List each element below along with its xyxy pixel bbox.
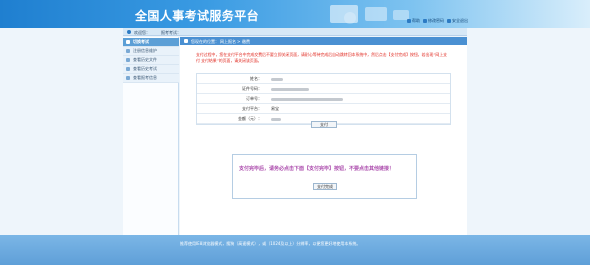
platform-label: 支付平台：	[242, 105, 262, 111]
exit-icon	[447, 19, 451, 23]
sidebar-item-register-info[interactable]: 注册信息维护	[123, 47, 179, 56]
payment-form: 姓名： 证件号码： 订单号： 支付平台： 易宝 金额（元）：	[196, 73, 451, 125]
breadcrumb-step-2: 缴费	[242, 39, 250, 44]
order-value	[267, 96, 343, 101]
name-label: 姓名：	[250, 75, 262, 81]
key-icon	[423, 19, 427, 23]
user-icon	[127, 30, 131, 34]
id-value	[267, 86, 309, 91]
amount-label: 金额（元）：	[238, 115, 262, 121]
payment-complete-box: 支付完毕后，请务必点击下面【支付完毕】按钮，不要点击其他链接！ 支付完成	[232, 154, 417, 199]
form-row-order: 订单号：	[197, 94, 450, 104]
help-link[interactable]: 帮助	[407, 18, 420, 24]
welcome-bar: 欢迎您： 报考考试：	[123, 28, 467, 36]
name-value	[267, 76, 283, 81]
form-row-id: 证件号码：	[197, 84, 450, 94]
sidebar-item-history-exams[interactable]: 查看历史考试	[123, 65, 179, 74]
info-icon	[126, 76, 130, 80]
help-icon	[407, 19, 411, 23]
payment-notice: 支付过程中，您在支付平台中完成交费后不要立即关闭页面，请耐心等待完成后自动跳转回…	[196, 52, 448, 63]
site-title: 全国人事考试服务平台	[135, 9, 260, 23]
welcome-text: 欢迎您：	[134, 30, 150, 35]
payment-complete-message: 支付完毕后，请务必点击下面【支付完毕】按钮，不要点击其他链接！	[239, 166, 395, 172]
logout-link[interactable]: 安全退出	[447, 18, 468, 24]
sidebar-item-exam-info[interactable]: 查看报考信息	[123, 74, 179, 83]
pay-button[interactable]: 支付	[311, 121, 337, 128]
main-content: 您现在的位置： 网上报名 > 缴费 支付过程中，您在支付平台中完成交费后不要立即…	[180, 37, 467, 236]
breadcrumb-prefix: 您现在的位置：	[191, 39, 219, 44]
exam-text: 报考考试：	[161, 30, 181, 35]
file-icon	[126, 58, 130, 62]
sidebar-item-switch-exam[interactable]: 切换考试	[123, 38, 179, 47]
id-label: 证件号码：	[242, 85, 262, 91]
form-row-name: 姓名：	[197, 74, 450, 84]
footer-text: 推荐使用IE8浏览器模式，搜狗（高速模式），或（1024及以上）分辨率，以便您更…	[180, 241, 361, 246]
sidebar: 切换考试 注册信息维护 查看历史文件 查看历史考试 查看报考信息	[123, 37, 179, 236]
footer: 推荐使用IE8浏览器模式，搜狗（高速模式），或（1024及以上）分辨率，以便您更…	[0, 235, 590, 265]
breadcrumb-step-1[interactable]: 网上报名	[220, 39, 236, 45]
location-icon	[184, 39, 188, 43]
amount-value	[267, 116, 281, 121]
payment-complete-button[interactable]: 支付完成	[313, 183, 337, 190]
breadcrumb: 您现在的位置： 网上报名 > 缴费	[180, 37, 467, 45]
switch-icon	[126, 40, 130, 44]
top-header: 全国人事考试服务平台 帮助 修改密码 安全退出	[0, 0, 590, 28]
order-label: 订单号：	[246, 95, 262, 101]
form-row-platform: 支付平台： 易宝	[197, 104, 450, 114]
user-edit-icon	[126, 49, 130, 53]
sidebar-item-history-files[interactable]: 查看历史文件	[123, 56, 179, 65]
header-links: 帮助 修改密码 安全退出	[407, 18, 468, 24]
platform-value: 易宝	[271, 105, 279, 111]
change-password-link[interactable]: 修改密码	[423, 18, 444, 24]
history-icon	[126, 67, 130, 71]
